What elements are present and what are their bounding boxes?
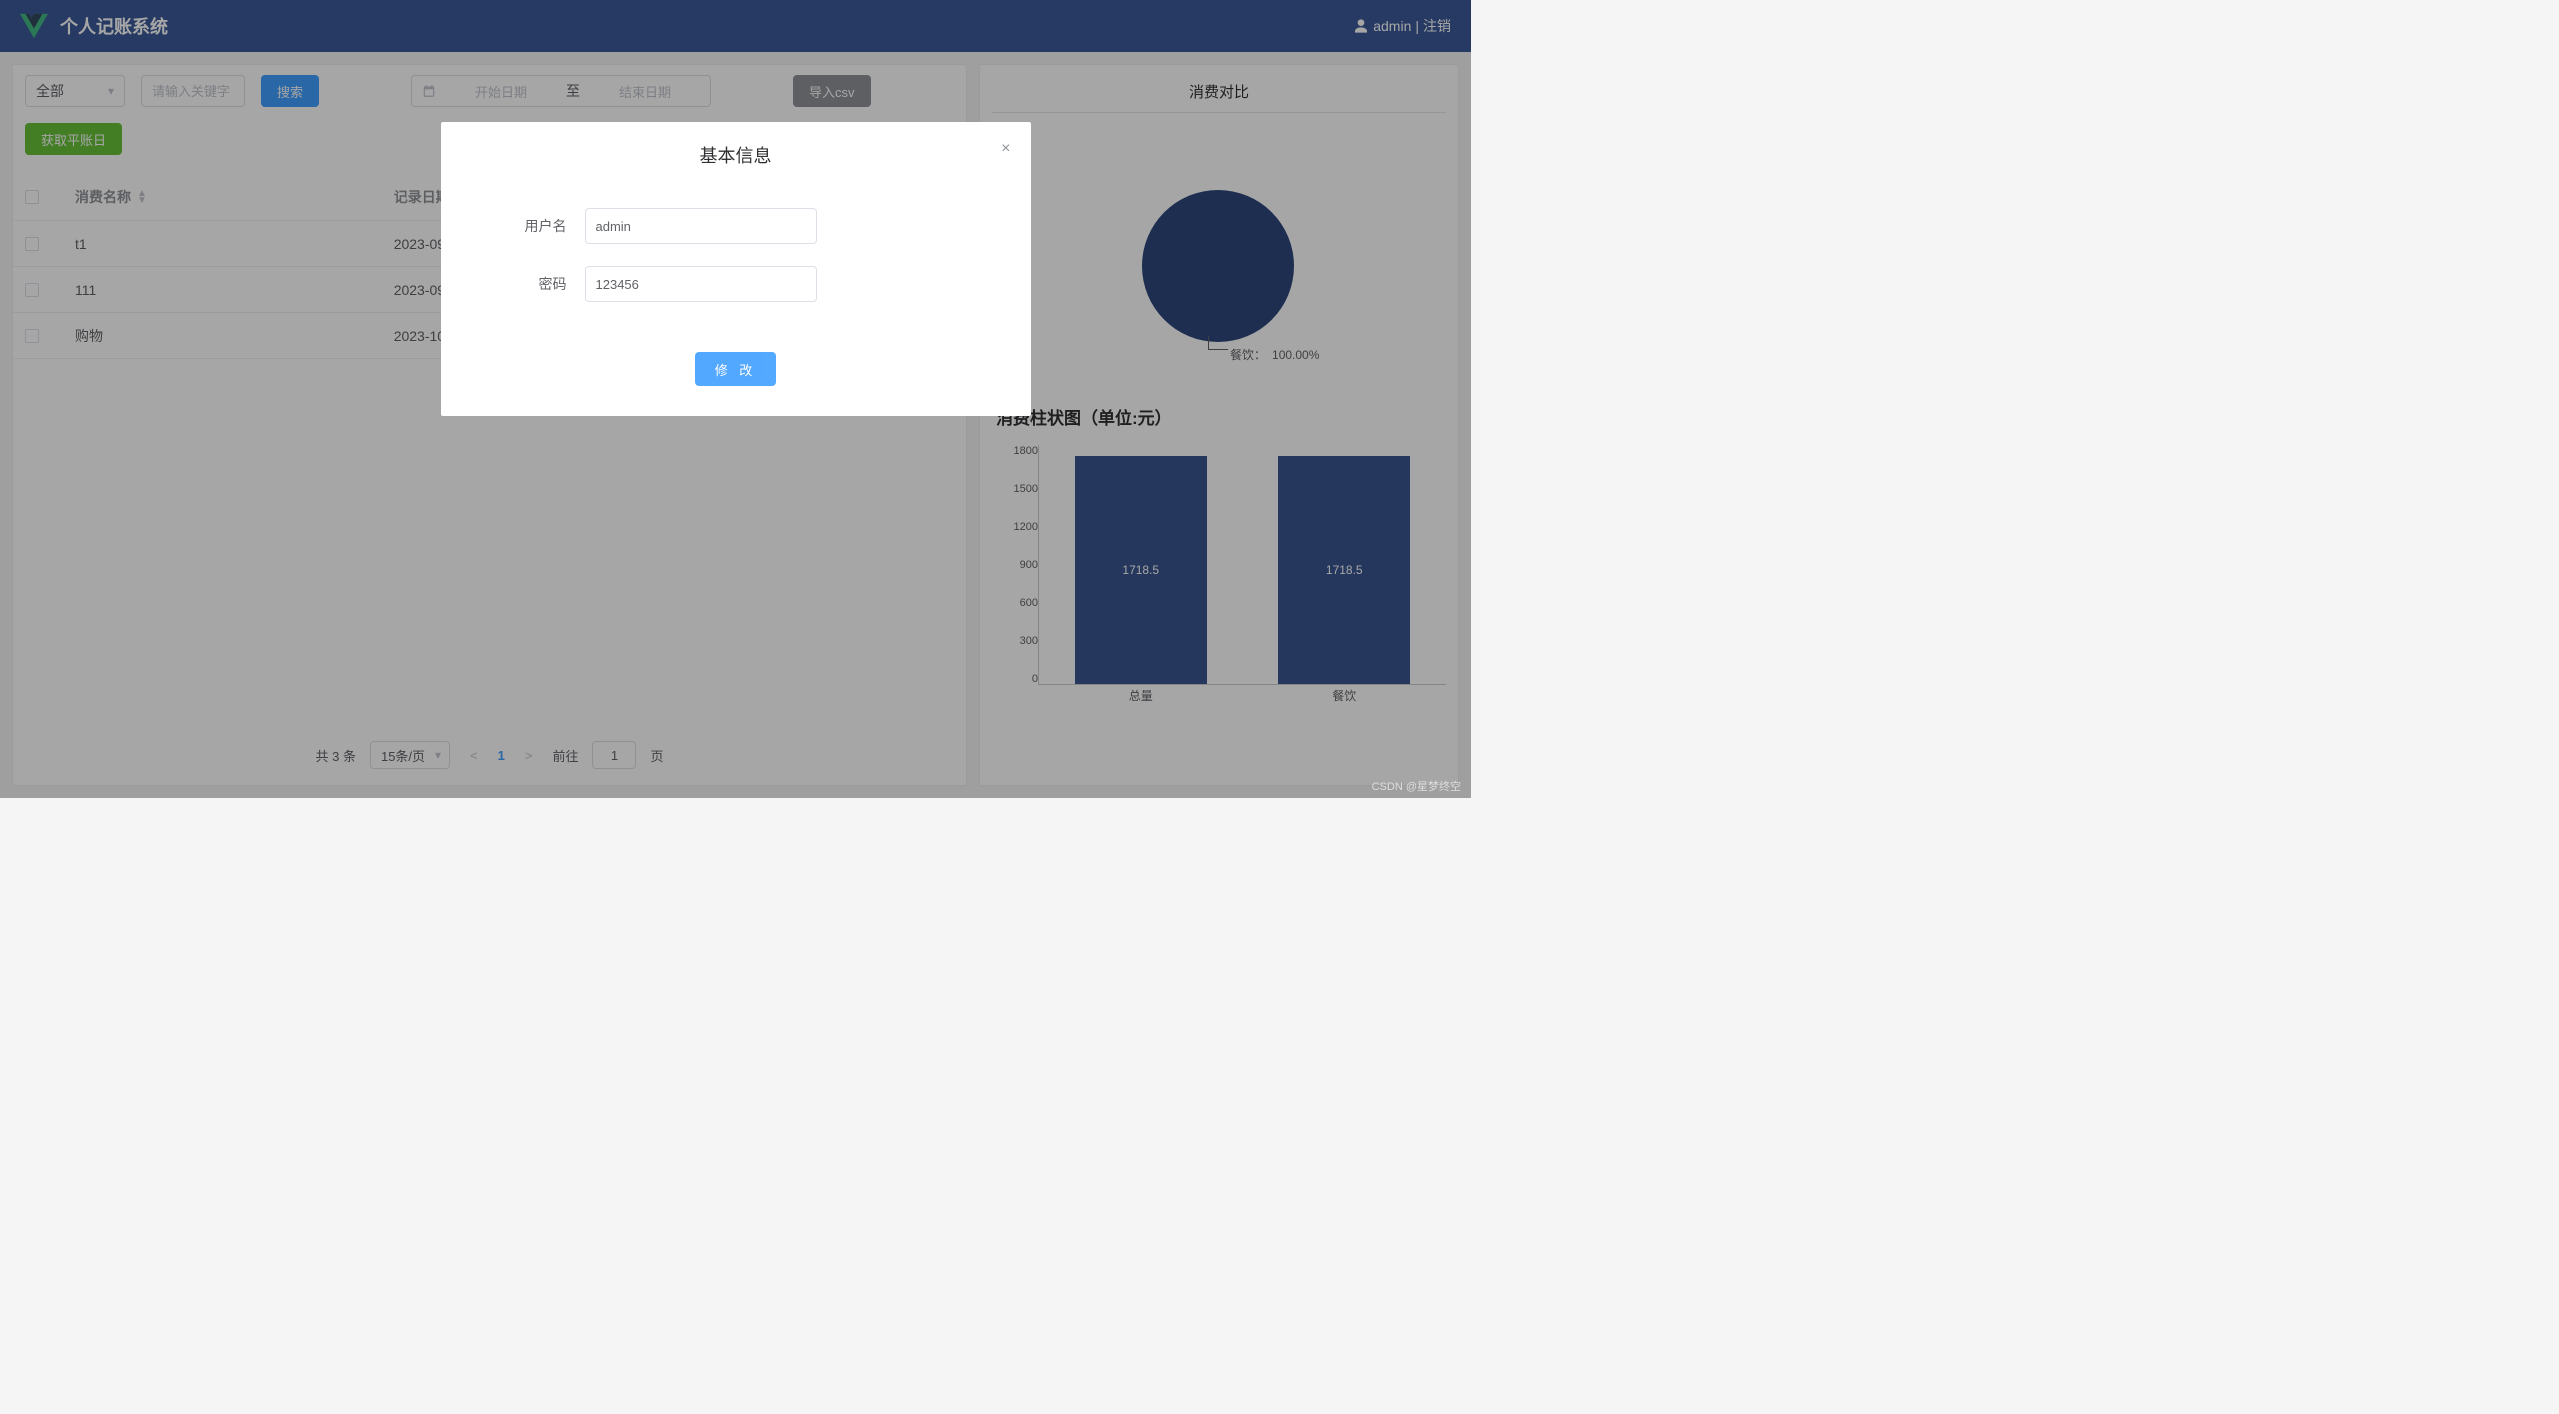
password-label: 密码 [465,274,585,294]
close-icon[interactable]: × [1001,140,1010,158]
modal-overlay: × 基本信息 用户名 密码 修 改 [0,0,1471,798]
basic-info-dialog: × 基本信息 用户名 密码 修 改 [441,122,1031,416]
password-input[interactable] [596,267,806,301]
username-input[interactable] [596,209,806,243]
dialog-title: 基本信息 [465,142,1007,168]
form-row-password: 密码 [465,266,1007,302]
submit-button[interactable]: 修 改 [695,352,777,386]
form-row-username: 用户名 [465,208,1007,244]
username-label: 用户名 [465,216,585,236]
